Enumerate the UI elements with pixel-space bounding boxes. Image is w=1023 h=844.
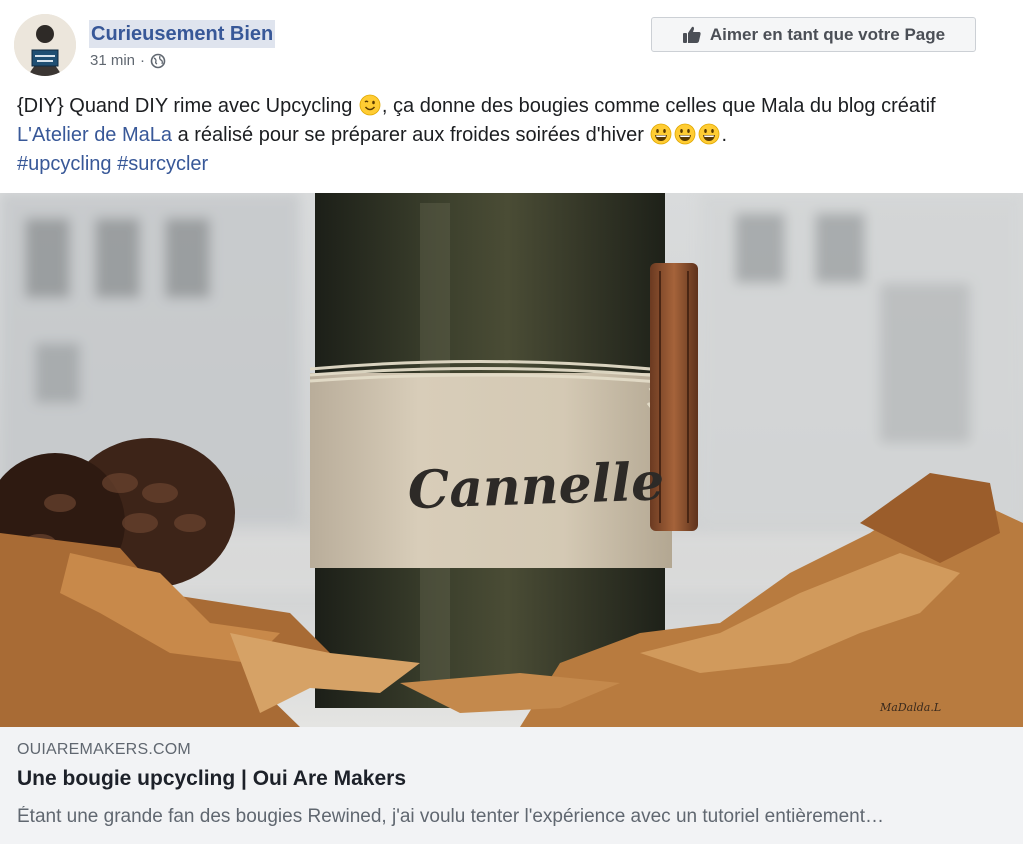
bottle-label-text: Cannelle xyxy=(407,451,665,521)
feed-post: Curieusement Bien 31 min · Aimer en tant… xyxy=(0,0,1023,844)
post-text-part: a réalisé pour se préparer aux froides s… xyxy=(172,124,650,146)
post-text: {DIY} Quand DIY rime avec Upcycling , ça… xyxy=(17,92,1007,179)
thumbs-up-icon xyxy=(682,25,702,45)
link-description: Étant une grande fan des bougies Rewined… xyxy=(17,806,885,827)
post-text-part: , ça donne des bougies comme celles que … xyxy=(381,95,936,117)
like-as-page-label: Aimer en tant que votre Page xyxy=(709,24,946,44)
link-domain: OUIAREMAKERS.COM xyxy=(17,741,191,758)
post-text-part: {DIY} Quand DIY rime avec Upcycling xyxy=(17,95,358,117)
like-as-page-button[interactable]: Aimer en tant que votre Page xyxy=(651,17,976,52)
photo-watermark: MaDalda.L xyxy=(879,701,941,714)
hashtag-link[interactable]: #upcycling xyxy=(17,153,112,175)
grinning-face-emoji xyxy=(674,123,696,145)
post-time[interactable]: 31 min xyxy=(90,52,135,69)
post-text-part: . xyxy=(721,124,727,146)
author-name[interactable]: Curieusement Bien xyxy=(89,20,276,48)
avatar[interactable] xyxy=(14,14,76,76)
post-meta: 31 min · xyxy=(90,52,166,69)
blog-link[interactable]: L'Atelier de MaLa xyxy=(17,124,172,146)
link-preview-card[interactable]: OUIAREMAKERS.COM Une bougie upcycling | … xyxy=(0,727,1023,844)
hashtag-link[interactable]: #surcycler xyxy=(117,153,208,175)
link-preview-image[interactable]: Cannelle MaDalda.L xyxy=(0,193,1023,727)
globe-icon[interactable] xyxy=(150,53,166,69)
link-title[interactable]: Une bougie upcycling | Oui Are Makers xyxy=(17,767,406,791)
meta-separator: · xyxy=(140,52,146,69)
winking-face-emoji xyxy=(359,94,381,116)
grinning-face-emoji xyxy=(650,123,672,145)
grinning-face-emoji xyxy=(698,123,720,145)
